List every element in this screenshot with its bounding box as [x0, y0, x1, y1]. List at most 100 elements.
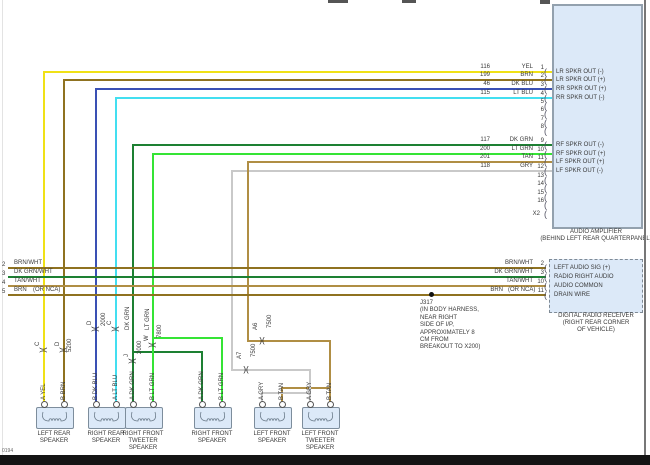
audio-amplifier-connector: [552, 4, 643, 229]
amp-connector-id: X2: [532, 211, 540, 217]
amp-color-1: YEL: [521, 64, 533, 70]
speaker-terminal: [327, 401, 334, 408]
speaker-terminal: [219, 401, 226, 408]
mid-wire-label-dkgrn: DK GRN: [125, 306, 131, 330]
amp-pin-arc: (: [544, 209, 547, 219]
inline-pin-dkgrn: J: [124, 354, 130, 357]
rcv-leftpin-4: 5: [2, 289, 6, 295]
speaker-terminal: [259, 401, 266, 408]
rcv-pin-arc: (: [544, 290, 547, 300]
rcv-leftpin-2: 3: [2, 271, 6, 277]
amp-pin-9: 9: [540, 138, 544, 144]
rcv-wire-2: DK GRN/WHT: [494, 269, 533, 275]
right-page-edge: [644, 0, 646, 456]
bottom-bar: [0, 455, 650, 465]
amp-pin-1: 1: [540, 65, 544, 71]
rcv-pin-3: 10: [537, 279, 544, 285]
inline-id-ltgrn: 7800: [157, 324, 163, 338]
speaker-terminal: [93, 401, 100, 408]
amp-pin-6: 6: [540, 107, 544, 113]
inline-connector-arc-gry: )(: [243, 365, 249, 374]
spk1-pin-b-label: B BRN: [61, 381, 67, 400]
mid-wire-label-ltgrn: LT GRN: [145, 308, 151, 330]
doc-id: 0194: [2, 448, 14, 454]
speaker-coil: [200, 411, 226, 422]
rcv-leftwire-4: BRN: [14, 287, 27, 293]
spk3-pin-a-label: A DK GRN: [130, 371, 136, 400]
amp-pin-5: 5: [540, 99, 544, 105]
speaker-terminal: [150, 401, 157, 408]
inline-id-yelbrn: 5200: [67, 338, 73, 352]
inline-pin-dkblu: D: [87, 320, 93, 325]
wire-gry-v1: [231, 170, 233, 371]
amp-color-12: GRY: [520, 163, 533, 169]
amp-pin-12: 12: [537, 164, 544, 170]
amp-func-2: LR SPKR OUT (+): [556, 77, 606, 83]
amp-func-3: RR SPKR OUT (+): [556, 86, 607, 92]
rcv-leftwire-4-note: (OR NCA): [33, 287, 61, 293]
wiring-diagram: AUDIO AMPLIFIER (BEHIND LEFT REAR QUARTE…: [0, 0, 650, 465]
inline-id-blu: 2000: [101, 312, 107, 326]
amp-pin-13: 13: [537, 173, 544, 179]
wire-gry-h: [231, 170, 552, 172]
speaker-terminal: [113, 401, 120, 408]
spk1-pin-a-label: A YEL: [41, 383, 47, 400]
spk4-pin-b-label: B LT GRN: [219, 372, 225, 400]
amp-color-11: TAN: [521, 154, 533, 160]
speaker-caption-left-front-tweeter: LEFT FRONT TWEETER SPEAKER: [301, 431, 339, 451]
clipped-top-text-3: [540, 0, 550, 4]
speaker-terminal: [41, 401, 48, 408]
amp-func-11: LF SPKR OUT (+): [556, 159, 605, 165]
amp-pin-7: 7: [540, 116, 544, 122]
amp-func-1: LR SPKR OUT (-): [556, 69, 604, 75]
amp-color-2: BRN: [520, 72, 533, 78]
inline-pin-brn: D: [55, 341, 61, 346]
speaker-terminal: [199, 401, 206, 408]
spk5-pin-a-label: A GRY: [259, 381, 265, 400]
rcv-func-4: DRAIN WIRE: [554, 292, 590, 298]
clipped-top-text-1: [328, 0, 348, 3]
speaker-coil: [260, 411, 286, 422]
speaker-caption-right-front: RIGHT FRONT SPEAKER: [191, 431, 233, 444]
amp-color-10: LT GRN: [511, 146, 533, 152]
rcv-wire-4: BRN: [490, 287, 503, 293]
digital-radio-receiver-caption: DIGITAL RADIO RECEIVER (RIGHT REAR CORNE…: [558, 313, 634, 333]
wire-ltblu-h: [115, 97, 552, 99]
speaker-coil: [94, 411, 120, 422]
wire-gry-h3: [261, 392, 311, 394]
amp-func-12: LF SPKR OUT (-): [556, 168, 603, 174]
spk5-pin-b-label: B TAN: [279, 382, 285, 400]
inline-id-gry: 7500: [251, 343, 257, 357]
inline-pin-gry: A7: [237, 351, 243, 359]
rcv-pin-1: 2: [540, 261, 544, 267]
amp-color-9: DK GRN: [509, 137, 533, 143]
inline-pin-yel: C: [35, 341, 41, 346]
amp-func-9: RF SPKR OUT (-): [556, 142, 604, 148]
speaker-caption-right-front-tweeter: RIGHT FRONT TWEETER SPEAKER: [122, 431, 164, 451]
speaker-terminal: [130, 401, 137, 408]
rcv-leftwire-1: BRN/WHT: [14, 260, 42, 266]
speaker-terminal: [279, 401, 286, 408]
spk2-pin-b-label: B DK BLU: [93, 372, 99, 400]
rcv-func-1: LEFT AUDIO SIG (+): [554, 265, 611, 271]
rcv-leftpin-1: 2: [2, 262, 6, 268]
amp-func-4: RR SPKR OUT (-): [556, 95, 605, 101]
inline-id-tan: 7500: [267, 314, 273, 328]
amp-pin-8: 8: [540, 124, 544, 130]
left-page-edge: [2, 0, 3, 455]
spk2-pin-a-label: A LT BLU: [113, 374, 119, 400]
amp-pin-arc: (: [544, 126, 547, 136]
wire-brn-drain-bus: [8, 294, 546, 296]
wire-tan-v1: [247, 161, 249, 342]
rcv-func-3: AUDIO COMMON: [554, 283, 603, 289]
rcv-leftwire-2: DK GRN/WHT: [14, 269, 53, 275]
spk4-pin-a-label: A DK GRN: [199, 371, 205, 400]
speaker-coil: [308, 411, 334, 422]
wire-ltblu-v: [115, 97, 117, 404]
amp-pin-4: 4: [540, 91, 544, 97]
rcv-leftwire-3: TAN/WHT: [14, 278, 41, 284]
audio-amplifier-caption: AUDIO AMPLIFIER (BEHIND LEFT REAR QUARTE…: [540, 229, 650, 242]
rcv-wire-3: TAN/WHT: [506, 278, 533, 284]
amp-pin-14: 14: [537, 181, 544, 187]
speaker-coil: [131, 411, 157, 422]
